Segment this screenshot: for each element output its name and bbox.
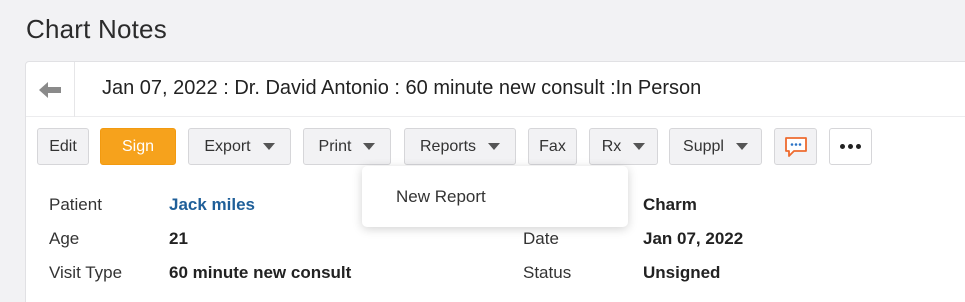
- page-title: Chart Notes: [26, 14, 167, 44]
- chart-note-title: Jan 07, 2022 : Dr. David Antonio : 60 mi…: [102, 77, 702, 99]
- status-value: Unsigned: [643, 263, 721, 282]
- toolbar: Edit Sign Export Print Reports Fax Rx Su…: [26, 128, 965, 165]
- chevron-down-icon: [363, 143, 376, 150]
- reports-button-label: Reports: [419, 137, 477, 155]
- age-row: Age 21 Date Jan 07, 2022: [26, 229, 965, 253]
- chat-bubble-icon: [784, 136, 807, 157]
- export-button[interactable]: Export: [188, 128, 291, 165]
- chevron-down-icon: [262, 143, 275, 150]
- suppl-button[interactable]: Suppl: [669, 128, 762, 165]
- more-dots-icon: [840, 144, 861, 149]
- edit-button-label: Edit: [49, 137, 77, 155]
- back-button[interactable]: [26, 62, 75, 117]
- rx-button-label: Rx: [601, 137, 622, 155]
- sign-button[interactable]: Sign: [100, 128, 176, 165]
- visit-type-row: Visit Type 60 minute new consult Status …: [26, 263, 965, 287]
- chevron-down-icon: [633, 143, 646, 150]
- date-value: Jan 07, 2022: [643, 229, 744, 248]
- suppl-button-label: Suppl: [683, 137, 724, 155]
- chat-button[interactable]: [774, 128, 817, 165]
- sign-button-label: Sign: [121, 137, 155, 155]
- more-options-button[interactable]: [829, 128, 872, 165]
- chevron-down-icon: [488, 143, 501, 150]
- reports-dropdown-menu: New Report: [362, 166, 628, 227]
- visit-type-value: 60 minute new consult: [169, 263, 352, 282]
- chart-note-header: Jan 07, 2022 : Dr. David Antonio : 60 mi…: [26, 62, 965, 117]
- print-button[interactable]: Print: [303, 128, 391, 165]
- patient-name-link[interactable]: Jack miles: [169, 195, 255, 215]
- patient-label: Patient: [49, 195, 102, 214]
- arrow-left-icon: [39, 81, 61, 98]
- status-label: Status: [523, 263, 572, 282]
- fax-button[interactable]: Fax: [528, 128, 577, 165]
- visit-type-label: Visit Type: [49, 263, 123, 282]
- date-label: Date: [523, 229, 559, 248]
- rx-button[interactable]: Rx: [589, 128, 658, 165]
- new-report-menu-item[interactable]: New Report: [396, 187, 486, 207]
- export-button-label: Export: [204, 137, 251, 155]
- facility-value: Charm: [643, 195, 697, 214]
- edit-button[interactable]: Edit: [37, 128, 89, 165]
- print-button-label: Print: [318, 137, 352, 155]
- fax-button-label: Fax: [539, 137, 566, 155]
- reports-button[interactable]: Reports: [404, 128, 516, 165]
- age-value: 21: [169, 229, 188, 248]
- age-label: Age: [49, 229, 80, 248]
- chevron-down-icon: [735, 143, 748, 150]
